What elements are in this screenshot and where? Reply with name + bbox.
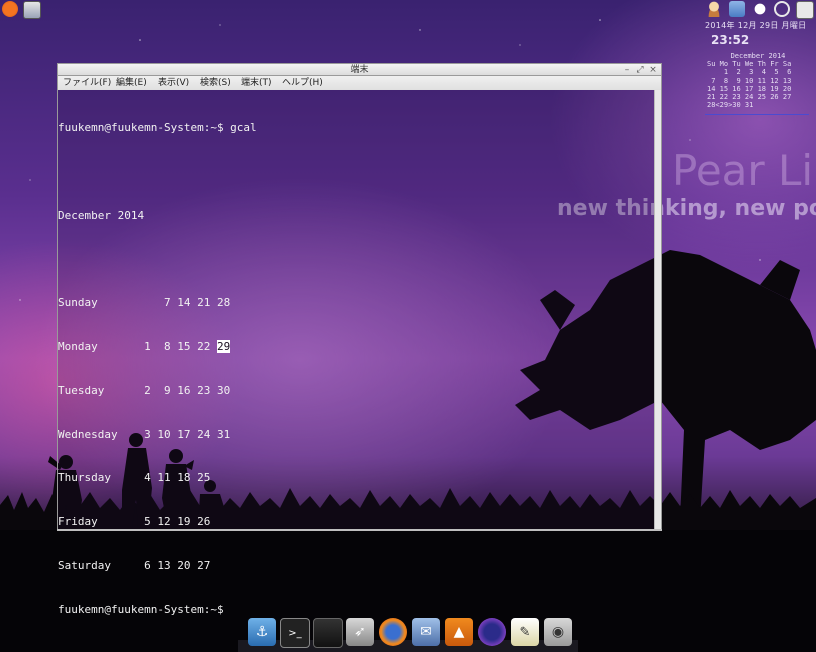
gcal-month-title: December 2014 [58, 208, 145, 222]
menu-file[interactable]: ファイル(F) [63, 76, 111, 90]
menu-terminal[interactable]: 端末(T) [241, 76, 272, 90]
calendar-widget-row: 7 8 9 10 11 12 13 [707, 76, 792, 85]
menu-view[interactable]: 表示(V) [158, 76, 189, 90]
gcal-day-numbers: 6 13 20 27 [117, 559, 211, 572]
folder-icon[interactable] [729, 1, 745, 17]
minimize-button[interactable]: – [622, 64, 632, 76]
gcal-day-name: Sunday [58, 296, 118, 310]
close-button[interactable]: × [648, 64, 658, 76]
terminal-window: 端末 – ⤢ × ファイル(F) 編集(E) 表示(V) 検索(S) 端末(T)… [57, 63, 662, 616]
power-icon[interactable] [774, 1, 790, 17]
terminal-command-line: fuukemn@fuukemn-System:~$ gcal [58, 121, 257, 135]
camera-icon[interactable]: ◉ [544, 618, 572, 646]
clock-date: 2014年 12月 29日 月曜日 [705, 21, 807, 30]
gcal-day-numbers: 4 11 18 25 [117, 471, 211, 485]
gcal-day-numbers: 7 14 21 28 [117, 296, 231, 310]
clock-time: 23:52 [711, 33, 750, 47]
gcal-row: Monday 1 8 15 22 29 [58, 340, 257, 355]
calendar-widget-row: 1 2 3 4 5 6 [707, 68, 792, 77]
terminal-scrollbar[interactable] [654, 90, 662, 530]
terminal-titlebar[interactable]: 端末 – ⤢ × [57, 63, 662, 76]
gcal-row: Friday 5 12 19 26 [58, 515, 257, 530]
menu-help[interactable]: ヘルプ(H) [282, 76, 323, 90]
user-icon[interactable] [706, 1, 722, 17]
gcal-row: Thursday 4 11 18 25 [58, 471, 257, 486]
gcal-day-name: Saturday [58, 559, 118, 572]
calendar-widget-header: Su Mo Tu We Th Fr Sa [707, 60, 792, 69]
calendar-widget-row: 28<29>30 31 [707, 101, 754, 110]
calendar-widget-row: 14 15 16 17 18 19 20 [707, 84, 792, 93]
menu-edit[interactable]: 編集(E) [116, 76, 147, 90]
calendar-widget-divider [705, 114, 809, 115]
gcal-day-name: Wednesday [58, 427, 118, 441]
top-panel [0, 0, 816, 19]
gcal-day-name: Friday [58, 515, 118, 529]
rocket-icon[interactable]: ➶ [346, 618, 374, 646]
terminal-prompt: fuukemn@fuukemn-System:~$ [58, 602, 224, 616]
monitor-icon[interactable] [313, 618, 343, 648]
anchor-icon[interactable]: ⚓ [248, 618, 276, 646]
terminal-title: 端末 [350, 65, 369, 75]
keyboard-layout-icon[interactable] [796, 1, 814, 19]
mail-icon[interactable]: ✉ [412, 618, 440, 646]
gcal-row: Sunday 7 14 21 28 [58, 296, 257, 311]
maximize-button[interactable]: ⤢ [635, 64, 645, 76]
gcal-day-numbers: 5 12 19 26 [117, 515, 211, 529]
gcal-day-name: Monday [58, 340, 118, 354]
gcal-row: Tuesday 2 9 16 23 30 [58, 384, 257, 399]
gcal-row: Saturday 6 13 20 27 [58, 559, 257, 574]
terminal-icon[interactable]: >_ [280, 618, 310, 648]
gcal-day-numbers: 1 8 15 22 [117, 340, 217, 354]
chat-icon[interactable] [752, 1, 768, 17]
calendar-widget-row: 21 22 23 24 25 26 27 [707, 93, 792, 102]
desktop-calendar-widget: December 2014 Su Mo Tu We Th Fr Sa 1 2 3… [707, 52, 809, 109]
wallpaper-brand: Pear Lin [672, 146, 816, 195]
eclipse-icon[interactable] [478, 618, 506, 646]
clock-widget: 2014年 12月 29日 月曜日 23:52 [705, 20, 811, 47]
vlc-icon[interactable]: ▲ [445, 618, 473, 646]
calendar-widget-title: December 2014 [730, 52, 786, 60]
gcal-day-numbers: 2 9 16 23 30 [117, 383, 231, 397]
gcal-day-name: Tuesday [58, 383, 118, 397]
text-editor-icon[interactable]: ✎ [511, 618, 539, 646]
menu-search[interactable]: 検索(S) [200, 76, 231, 90]
desktop-icon[interactable] [23, 1, 41, 19]
firefox-icon[interactable] [379, 618, 407, 646]
gcal-row: Wednesday 3 10 17 24 31 [58, 428, 257, 443]
gcal-day-name: Thursday [58, 471, 118, 485]
gcal-today-highlight: 29 [216, 340, 231, 354]
terminal-output: fuukemn@fuukemn-System:~$ gcal December … [58, 92, 257, 647]
terminal-menubar: ファイル(F) 編集(E) 表示(V) 検索(S) 端末(T) ヘルプ(H) [57, 76, 662, 90]
ubuntu-menu-icon[interactable] [2, 1, 18, 17]
gcal-day-numbers: 3 10 17 24 31 [117, 427, 231, 441]
